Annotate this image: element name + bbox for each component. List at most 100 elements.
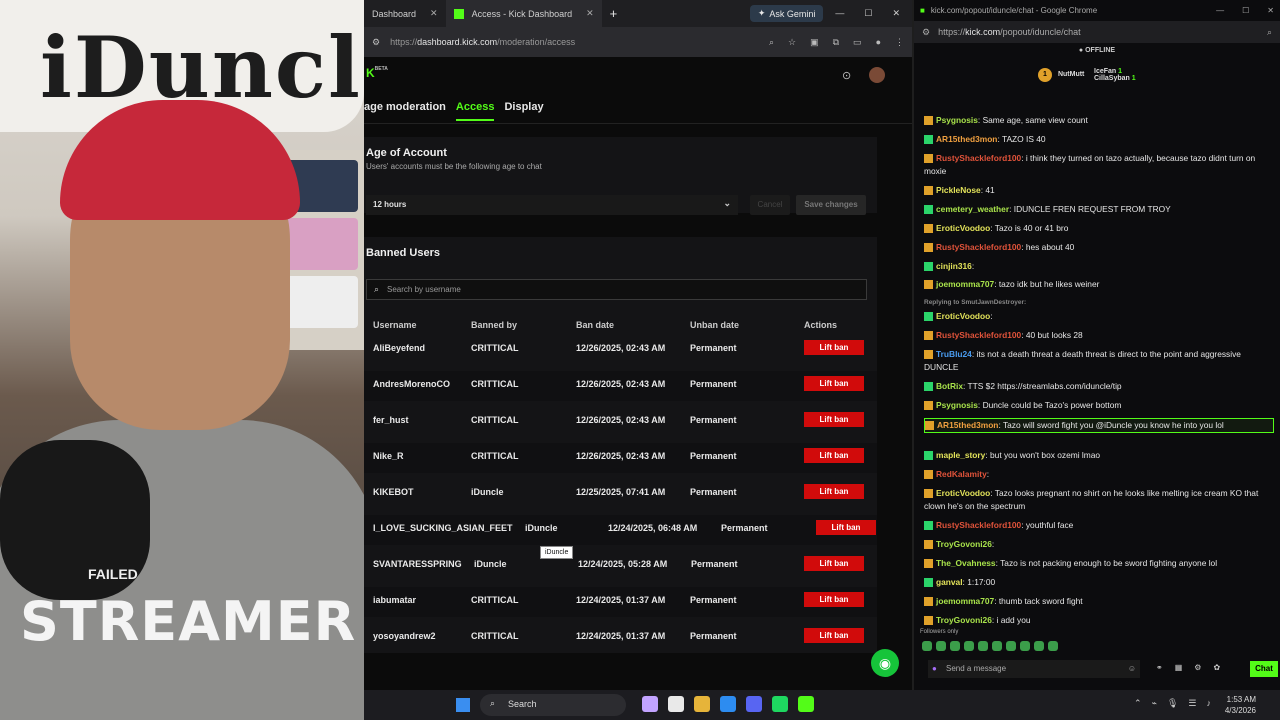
chat-username[interactable]: Psygnosis [936, 115, 978, 125]
taskbar-search[interactable]: ⌕ Search [480, 694, 626, 716]
emote-icon[interactable] [922, 641, 932, 651]
profile-icon[interactable]: ● [876, 37, 881, 48]
chat-username[interactable]: RustyShackleford100 [936, 330, 1021, 340]
zoom-icon[interactable]: ⌕ [769, 37, 774, 48]
chat-username[interactable]: BotRix [936, 381, 963, 391]
chat-username[interactable]: TroyGovoni26 [936, 615, 992, 625]
minimize-icon[interactable]: — [1216, 6, 1224, 15]
emote-icon[interactable] [992, 641, 1002, 651]
kick-app-icon[interactable] [798, 696, 814, 712]
leader-name[interactable]: NutMutt [1058, 71, 1084, 78]
emote-icon[interactable] [936, 641, 946, 651]
emote-icon[interactable] [1034, 641, 1044, 651]
bookmark-star-icon[interactable]: ☆ [788, 37, 796, 48]
chat-username[interactable]: EroticVoodoo [936, 311, 990, 321]
chat-username[interactable]: EroticVoodoo [936, 223, 990, 233]
emote-icon[interactable] [978, 641, 988, 651]
lift-ban-button[interactable]: Lift ban [804, 592, 864, 607]
mic-icon[interactable]: ● [932, 664, 937, 673]
chat-username[interactable]: cemetery_weather [936, 204, 1009, 214]
file-explorer-icon[interactable] [694, 696, 710, 712]
edge-icon[interactable] [720, 696, 736, 712]
url-field[interactable]: https://dashboard.kick.com/moderation/ac… [390, 37, 575, 47]
chat-username[interactable]: EroticVoodoo [936, 488, 990, 498]
clock[interactable]: 1:53 AM 4/3/2026 [1225, 694, 1256, 716]
emote-icon[interactable] [964, 641, 974, 651]
lift-ban-button[interactable]: Lift ban [804, 448, 864, 463]
chat-address-bar[interactable]: ⚙ https://kick.com/popout/iduncle/chat ⌕ [914, 21, 1280, 43]
emote-icon[interactable] [1020, 641, 1030, 651]
chat-username[interactable]: ganval [936, 577, 963, 587]
spotify-icon[interactable] [772, 696, 788, 712]
support-chat-icon[interactable]: ◉ [871, 649, 899, 677]
tab-display[interactable]: Display [504, 101, 543, 121]
chat-username[interactable]: TruBlu24 [936, 349, 972, 359]
send-chat-button[interactable]: Chat [1250, 661, 1278, 677]
app-icon[interactable] [668, 696, 684, 712]
copilot-icon[interactable] [642, 696, 658, 712]
site-info-icon[interactable]: ⚙ [372, 37, 380, 48]
leader-name[interactable]: CillaSyban [1094, 75, 1130, 82]
chat-message-input[interactable]: ● Send a message ☺ [928, 660, 1140, 678]
emote-icon[interactable] [1048, 641, 1058, 651]
chat-username[interactable]: RustyShackleford100 [936, 242, 1021, 252]
lift-ban-button[interactable]: Lift ban [804, 628, 864, 643]
menu-icon[interactable]: ⋮ [895, 37, 904, 48]
emote-icon[interactable] [1006, 641, 1016, 651]
tab-dashboard[interactable]: Dashboard ✕ [364, 0, 446, 27]
chat-username[interactable]: TroyGovoni26 [936, 539, 992, 549]
chat-username[interactable]: joemomma707 [936, 279, 994, 289]
chat-username[interactable]: Replying to SmutJawnDestroyer: [924, 299, 1026, 306]
close-window-icon[interactable]: ✕ [1267, 6, 1274, 15]
windows-start-icon[interactable] [456, 698, 470, 712]
new-tab-button[interactable]: + [602, 6, 626, 21]
chat-username[interactable]: AR15thed3mon [936, 134, 997, 144]
avatar[interactable] [869, 67, 885, 83]
zoom-icon[interactable]: ⌕ [1267, 27, 1272, 38]
emoji-icon[interactable]: ☺ [1128, 664, 1136, 673]
chat-username[interactable]: RustyShackleford100 [936, 520, 1021, 530]
calendar-icon[interactable]: ▦ [1175, 663, 1183, 672]
ask-gemini-button[interactable]: ✦ Ask Gemini [749, 5, 824, 22]
cancel-button[interactable]: Cancel [750, 195, 790, 215]
puzzle-icon[interactable]: ⧉ [833, 37, 839, 48]
chat-username[interactable]: AR15thed3mon [937, 420, 998, 430]
lift-ban-button[interactable]: Lift ban [804, 376, 864, 391]
maximize-icon[interactable]: ☐ [1242, 6, 1249, 15]
mic-icon[interactable]: 🎙 [1167, 698, 1178, 709]
chat-username[interactable]: PickleNose [936, 185, 981, 195]
lift-ban-button[interactable]: Lift ban [816, 520, 876, 535]
emote-picker-icon[interactable]: ✿ [1213, 663, 1220, 672]
lift-ban-button[interactable]: Lift ban [804, 556, 864, 571]
lift-ban-button[interactable]: Lift ban [804, 340, 864, 355]
chat-username[interactable]: The_Ovahness [936, 558, 996, 568]
tab-access[interactable]: Access - Kick Dashboard ✕ [445, 0, 602, 27]
lift-ban-button[interactable]: Lift ban [804, 412, 864, 427]
volume-icon[interactable]: ♪ [1206, 698, 1211, 709]
age-select[interactable]: 12 hours ⌄ [366, 195, 738, 215]
chat-username[interactable]: joemomma707 [936, 596, 994, 606]
maximize-icon[interactable]: ☐ [864, 8, 872, 19]
chevron-up-icon[interactable]: ⌃ [1134, 698, 1142, 709]
tab-message-moderation[interactable]: age moderation [364, 101, 446, 121]
link-icon[interactable]: ⚭ [1156, 663, 1163, 672]
lift-ban-button[interactable]: Lift ban [804, 484, 864, 499]
chat-username[interactable]: Psygnosis [936, 400, 978, 410]
chat-username[interactable]: RustyShackleford100 [936, 153, 1021, 163]
chat-username[interactable]: maple_story [936, 450, 985, 460]
save-changes-button[interactable]: Save changes [796, 195, 866, 215]
tab-access[interactable]: Access [455, 101, 495, 121]
minimize-icon[interactable]: — [835, 8, 844, 19]
site-info-icon[interactable]: ⚙ [922, 27, 930, 38]
network-icon[interactable]: ⌁ [1152, 698, 1157, 709]
leader-name[interactable]: IceFan [1094, 68, 1116, 75]
close-icon[interactable]: ✕ [586, 8, 594, 19]
search-input[interactable]: ⌕ Search by username [366, 279, 867, 300]
wifi-icon[interactable]: ☰ [1188, 698, 1196, 709]
close-window-icon[interactable]: ✕ [892, 8, 900, 19]
discord-icon[interactable] [746, 696, 762, 712]
emote-icon[interactable] [950, 641, 960, 651]
extension-icon[interactable]: ▣ [810, 37, 819, 48]
kick-logo[interactable]: KBETA [366, 66, 388, 80]
help-icon[interactable]: ⊙ [842, 69, 851, 82]
